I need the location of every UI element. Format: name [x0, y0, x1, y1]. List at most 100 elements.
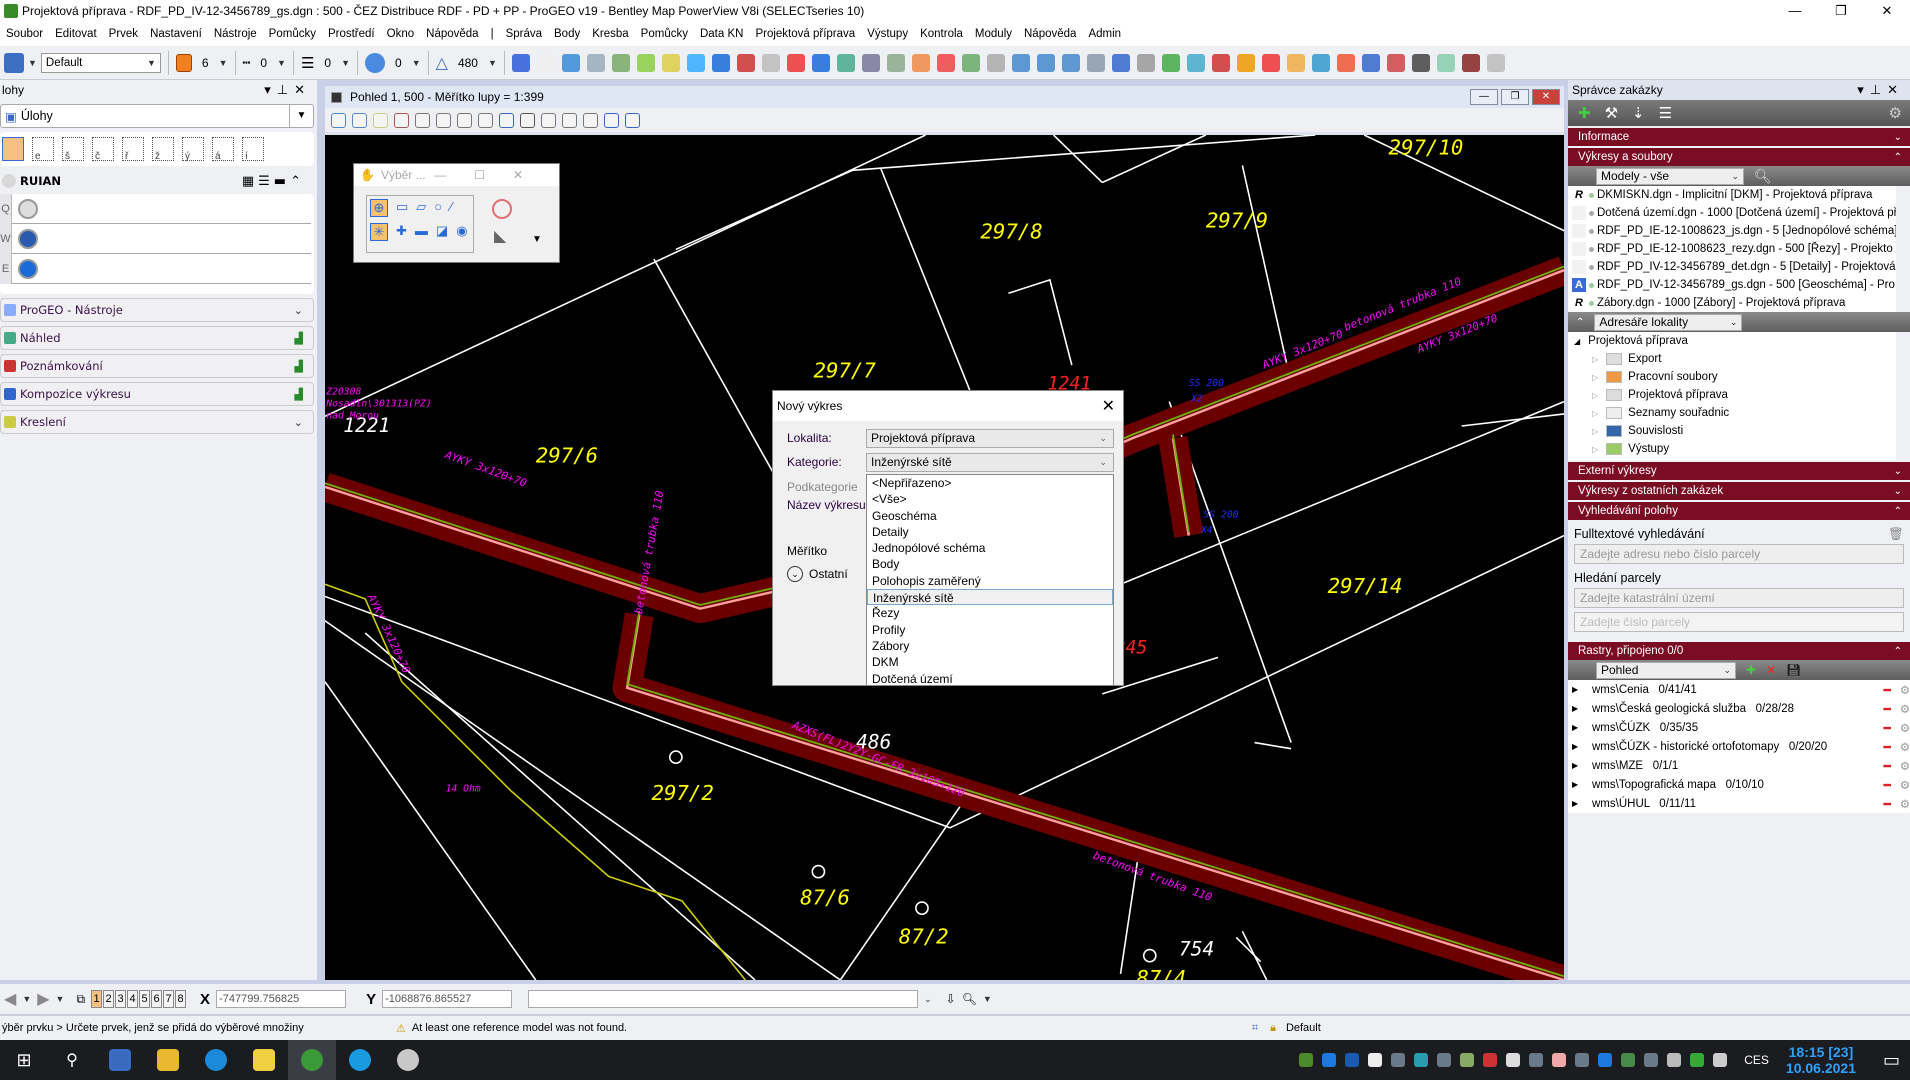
list-icon[interactable]: ☰ [1659, 104, 1672, 122]
view-tool-icon[interactable] [436, 112, 451, 128]
raster-item[interactable]: ▶ wms\Cenia 0/41/41 ━ ⚙ [1568, 680, 1910, 699]
tree-item[interactable]: ▷ Pracovní soubory [1568, 368, 1896, 386]
raster-item[interactable]: ▶ wms\MZE 0/1/1 ━ ⚙ [1568, 756, 1910, 775]
kategorie-option[interactable]: Řezy [867, 605, 1113, 621]
gear-icon[interactable]: ⚙ [1900, 778, 1910, 792]
trash-icon[interactable]: 🗑︎ [1888, 524, 1904, 544]
tree-item[interactable]: ▷ Export [1568, 350, 1896, 368]
search-icon[interactable]: 🔍︎ [1754, 168, 1772, 185]
section-vykresy[interactable]: Výkresy a soubory ⌃ [1568, 148, 1910, 166]
toolbar-tool-icon[interactable] [1361, 53, 1380, 72]
toolbar-tool-icon[interactable] [636, 53, 655, 72]
kategorie-option[interactable]: <Vše> [867, 491, 1113, 507]
section-externi[interactable]: Externí výkresy ⌄ [1568, 462, 1910, 480]
raster-item[interactable]: ▶ wms\ÚHUL 0/11/11 ━ ⚙ [1568, 794, 1910, 813]
view-toggle-6[interactable]: 6 [151, 990, 163, 1008]
view-tool-icon[interactable] [583, 112, 598, 128]
dialog-close-button[interactable]: ✕ [1102, 396, 1115, 416]
pointer-icon[interactable]: ◣ [494, 226, 506, 246]
toolbar-tool-icon[interactable] [661, 53, 680, 72]
expand-icon[interactable]: ▶ [1568, 742, 1592, 751]
tool-icon[interactable]: ⇩ [946, 992, 956, 1006]
toolbar-tool-icon[interactable] [611, 53, 630, 72]
remove-icon[interactable]: ━ [1884, 759, 1891, 773]
toolbar-tool-icon[interactable] [1061, 53, 1080, 72]
selection-tool[interactable]: í [242, 137, 264, 162]
kategorie-option[interactable]: Detaily [867, 524, 1113, 540]
toolbar-tool-icon[interactable] [786, 53, 805, 72]
language-indicator[interactable]: CES [1744, 1053, 1769, 1067]
taskbar-save-app[interactable] [96, 1040, 144, 1080]
selection-tool[interactable] [2, 137, 24, 161]
gear-icon[interactable]: ⚙ [1889, 104, 1902, 122]
color-swatch[interactable] [175, 53, 192, 72]
models-filter[interactable]: Modely - vše ⌄ [1596, 167, 1744, 185]
task-section[interactable]: Kreslení ⌄ [0, 410, 314, 434]
expand-arrow-icon[interactable]: ▼ [532, 234, 542, 245]
menu-item[interactable]: Moduly [969, 28, 1018, 40]
raster-item[interactable]: ▶ wms\ČÚZK - historické ortofotomapy 0/20… [1568, 737, 1910, 756]
command-input[interactable] [528, 990, 919, 1008]
lock-icon[interactable]: 🔒︎ [1270, 1022, 1276, 1035]
view-tool-icon[interactable] [373, 112, 388, 128]
menu-item[interactable]: Admin [1082, 28, 1127, 40]
toolbar-tool-icon[interactable] [1336, 53, 1355, 72]
toolbar-tool-icon[interactable] [1486, 53, 1505, 72]
kategorie-option[interactable]: DKM [867, 654, 1113, 670]
toolbar-tool-icon[interactable] [711, 53, 730, 72]
fulltext-search-input[interactable]: Zadejte adresu nebo číslo parcely [1574, 544, 1904, 564]
clear-selection-icon[interactable] [492, 199, 512, 219]
taskbar-notepad[interactable] [240, 1040, 288, 1080]
toolbar-tool-icon[interactable] [961, 53, 980, 72]
kategorie-dropdown-list[interactable]: <Nepřiřazeno> <Vše> Geoschéma Detaily Jednop… [866, 474, 1114, 686]
delete-raster-icon[interactable]: ✕ [1766, 663, 1776, 677]
menu-item[interactable]: Nástroje [208, 28, 263, 40]
view-tool-icon[interactable] [499, 112, 514, 128]
file-item[interactable]: RDF_PD_IV-12-3456789_det.dgn - 5 [Detail… [1568, 258, 1896, 276]
view-tool-icon[interactable] [352, 112, 367, 128]
gear-icon[interactable]: ⚙ [1900, 740, 1910, 754]
view-close-button[interactable]: ✕ [1532, 89, 1560, 105]
minimize-button[interactable]: — [1772, 3, 1818, 19]
menu-item[interactable]: Okno [381, 28, 421, 40]
selection-tool[interactable]: á [212, 137, 234, 162]
block-select-icon[interactable]: ▭ [396, 199, 408, 217]
task-section[interactable]: Kompozice výkresu ▟ [0, 382, 314, 406]
view-toggle-3[interactable]: 3 [115, 990, 127, 1008]
toolbar-tool-icon[interactable] [1286, 53, 1305, 72]
toolbar-tool-icon[interactable] [686, 53, 705, 72]
volume-icon[interactable] [1667, 1053, 1682, 1067]
shield-icon[interactable] [1506, 1053, 1521, 1067]
view-minimize-button[interactable]: — [1470, 89, 1498, 105]
toolbar-tool-icon[interactable] [836, 53, 855, 72]
raster-item[interactable]: ▶ wms\Topografická mapa 0/10/10 ━ ⚙ [1568, 775, 1910, 794]
add-icon[interactable]: ✚ [1578, 104, 1591, 122]
tray-icon[interactable] [1690, 1053, 1705, 1067]
power-icon[interactable] [1529, 1053, 1544, 1067]
raster-item[interactable]: ▶ wms\Česká geologická služba 0/28/28 ━ ⚙ [1568, 699, 1910, 718]
view-tool-icon[interactable] [331, 112, 346, 128]
ruian-tool-row[interactable]: W [0, 223, 311, 254]
circle-select-icon[interactable]: ○ [434, 199, 442, 217]
remove-icon[interactable]: ━ [1884, 740, 1891, 754]
view-toggle-4[interactable]: 4 [127, 990, 139, 1008]
close-button[interactable]: ✕ [1864, 3, 1910, 19]
toolbar-tool-icon[interactable] [561, 53, 580, 72]
folders-filter[interactable]: Adresáře lokality ⌄ [1594, 313, 1743, 331]
start-button[interactable]: ⊞ [0, 1040, 48, 1080]
tree-item[interactable]: ▷ Projektová příprava [1568, 386, 1896, 404]
zoom-tool-icon[interactable]: 🔍︎ [962, 992, 977, 1006]
taskbar-skype[interactable] [336, 1040, 384, 1080]
toolbar-tool-icon[interactable] [1461, 53, 1480, 72]
toolbar-tool-icon[interactable] [511, 53, 530, 72]
toolbar-tool-icon[interactable] [1111, 53, 1130, 72]
panel-controls[interactable]: ▾⊥✕ [1857, 82, 1904, 98]
forward-icon[interactable]: ▶ [37, 989, 49, 1009]
collapse-icon[interactable]: ⌃ [1576, 317, 1584, 328]
section-rastry[interactable]: Rastry, připojeno 0/0 ⌃ [1568, 642, 1910, 660]
kategorie-option[interactable]: Jednopólové schéma [867, 540, 1113, 556]
toolbar-tool-icon[interactable] [1436, 53, 1455, 72]
selection-tool[interactable]: ř [122, 137, 144, 162]
view-tool-icon[interactable] [394, 112, 409, 128]
remove-icon[interactable]: ━ [1884, 778, 1891, 792]
